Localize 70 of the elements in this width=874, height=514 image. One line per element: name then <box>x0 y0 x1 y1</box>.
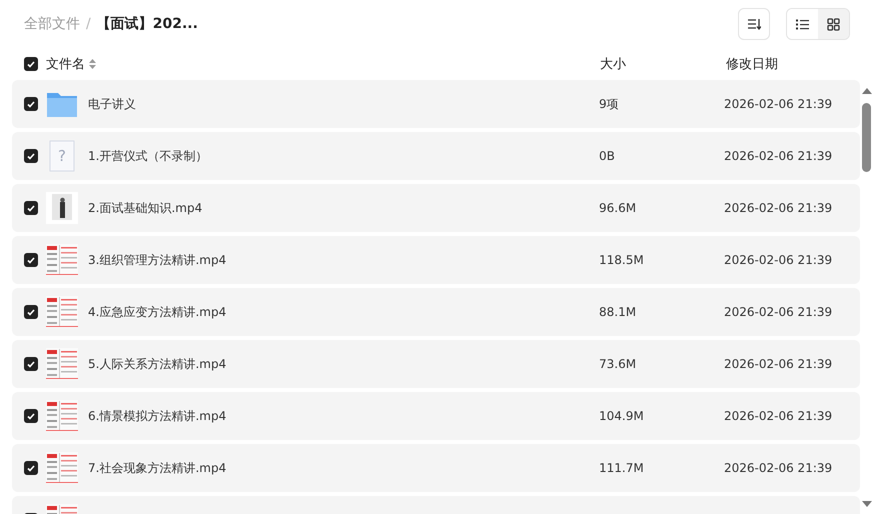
file-size: 0B <box>599 149 616 163</box>
file-row[interactable]: 电子讲义 9项 2026-02-06 21:39 <box>12 80 860 128</box>
file-row[interactable]: 5.人际关系方法精讲.mp4 73.6M 2026-02-06 21:39 <box>12 340 860 388</box>
file-row[interactable]: 6.情景模拟方法精讲.mp4 104.9M 2026-02-06 21:39 <box>12 392 860 440</box>
document-thumbnail <box>46 296 78 328</box>
column-header[interactable]: 大小 <box>600 55 726 73</box>
document-thumbnail <box>46 400 78 432</box>
check-icon <box>27 60 35 68</box>
check-icon <box>27 360 35 368</box>
document-thumbnail <box>46 452 78 484</box>
breadcrumb-separator: / <box>86 16 91 32</box>
file-size: 9项 <box>599 96 620 112</box>
modified-date: 2026-02-06 21:39 <box>724 409 832 423</box>
file-row[interactable]: 4.应急应变方法精讲.mp4 88.1M 2026-02-06 21:39 <box>12 288 860 336</box>
sort-icon <box>747 18 761 30</box>
breadcrumb-item[interactable]: 【面试】202... <box>96 15 198 33</box>
sort-icon[interactable] <box>89 59 96 69</box>
modified-date: 2026-02-06 21:39 <box>724 97 832 111</box>
file-size: 104.9M <box>599 409 645 423</box>
check-icon <box>27 100 35 108</box>
checkbox[interactable] <box>24 253 38 267</box>
checkbox[interactable] <box>24 201 38 215</box>
checkbox[interactable] <box>24 97 38 111</box>
file-name: 电子讲义 <box>88 96 137 112</box>
scroll-down-icon[interactable] <box>862 501 872 508</box>
file-row[interactable]: 2.面试基础知识.mp4 96.6M 2026-02-06 21:39 <box>12 184 860 232</box>
file-name: 7.社会现象方法精讲.mp4 <box>88 460 228 476</box>
file-name: 3.组织管理方法精讲.mp4 <box>88 252 228 268</box>
grid-icon <box>827 18 840 30</box>
scroll-thumb[interactable] <box>862 103 871 172</box>
scroll-up-icon[interactable] <box>862 87 872 94</box>
file-name: 6.情景模拟方法精讲.mp4 <box>88 408 228 424</box>
modified-date: 2026-02-06 21:39 <box>724 461 832 475</box>
checkbox[interactable] <box>24 57 38 71</box>
column-header[interactable]: 修改日期 <box>726 55 778 73</box>
file-size: 88.1M <box>599 305 638 319</box>
check-icon <box>27 204 35 212</box>
check-icon <box>27 308 35 316</box>
file-name: 1.开营仪式（不录制） <box>88 148 208 164</box>
column-header[interactable]: 文件名 <box>46 55 85 73</box>
checkbox[interactable] <box>24 357 38 371</box>
checkbox[interactable] <box>24 409 38 423</box>
grid-view-button[interactable] <box>818 9 849 39</box>
file-name: 5.人际关系方法精讲.mp4 <box>88 356 228 372</box>
file-row[interactable]: 7.社会现象方法精讲.mp4 111.7M 2026-02-06 21:39 <box>12 444 860 492</box>
list-icon <box>796 18 809 30</box>
modified-date: 2026-02-06 21:39 <box>724 357 832 371</box>
file-row[interactable]: 3.组织管理方法精讲.mp4 118.5M 2026-02-06 21:39 <box>12 236 860 284</box>
file-size: 111.7M <box>599 461 645 475</box>
file-size: 118.5M <box>599 253 645 267</box>
file-size: 73.6M <box>599 357 638 371</box>
check-icon <box>27 412 35 420</box>
checkbox[interactable] <box>24 149 38 163</box>
document-thumbnail <box>46 348 78 380</box>
modified-date: 2026-02-06 21:39 <box>724 201 832 215</box>
video-thumbnail <box>46 192 78 224</box>
check-icon <box>27 152 35 160</box>
document-thumbnail <box>46 244 78 276</box>
file-name: 2.面试基础知识.mp4 <box>88 200 204 216</box>
check-icon <box>27 256 35 264</box>
checkbox[interactable] <box>24 461 38 475</box>
file-size: 96.6M <box>599 201 638 215</box>
sort-button[interactable] <box>738 8 770 40</box>
check-icon <box>27 464 35 472</box>
file-row[interactable]: ? 1.开营仪式（不录制） 0B 2026-02-06 21:39 <box>12 132 860 180</box>
modified-date: 2026-02-06 21:39 <box>724 149 832 163</box>
modified-date: 2026-02-06 21:39 <box>724 253 832 267</box>
modified-date: 2026-02-06 21:39 <box>724 305 832 319</box>
file-name: 4.应急应变方法精讲.mp4 <box>88 304 228 320</box>
checkbox[interactable] <box>24 305 38 319</box>
